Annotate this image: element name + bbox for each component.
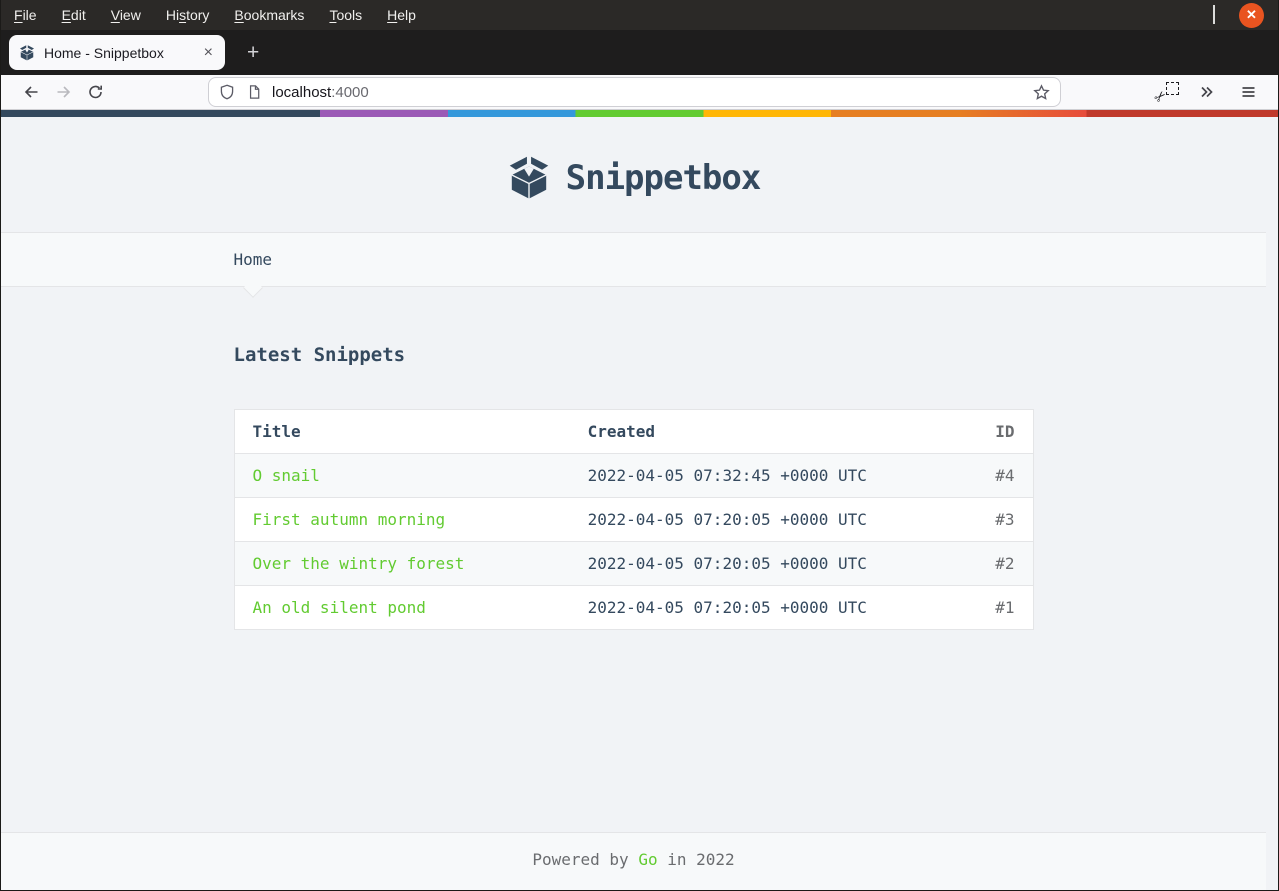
page-title: Snippetbox [565,157,762,198]
snippet-id: #1 [995,598,1015,617]
snippet-link[interactable]: Over the wintry forest [253,554,465,573]
snippet-id: #4 [995,466,1015,485]
footer-text-pre: Powered by [532,850,639,869]
nav-item-home[interactable]: Home [234,250,273,269]
window-controls: ✕ [1189,2,1278,28]
menubar: File Edit View History Bookmarks Tools H… [1,0,1278,30]
snippet-created: 2022-04-05 07:20:05 +0000 UTC [587,510,867,529]
page-info-icon[interactable] [247,84,262,100]
table-row: Over the wintry forest 2022-04-05 07:20:… [234,541,1033,586]
scrollbar-gutter[interactable] [1266,117,1278,890]
back-arrow-icon [24,86,37,98]
menu-tools[interactable]: Tools [329,7,362,23]
screenshot-dashed-frame-icon [1166,82,1179,95]
site-nav: Home [1,232,1266,298]
menu-history[interactable]: History [166,7,210,23]
rainbow-accent-stripe [1,110,1278,117]
menu-edit[interactable]: Edit [62,7,86,23]
snippetbox-page: Snippetbox Home Latest Snippets Title Cr… [1,117,1266,890]
menu-view[interactable]: View [111,7,141,23]
overflow-menu-button[interactable] [1190,78,1222,106]
snippet-link[interactable]: An old silent pond [253,598,426,617]
snippetbox-favicon-icon [20,44,34,60]
menu-file[interactable]: File [14,7,37,23]
footer-text-post: in 2022 [657,850,735,869]
url-text: localhost:4000 [272,84,1025,101]
close-button[interactable]: ✕ [1239,2,1264,28]
table-row: First autumn morning 2022-04-05 07:20:05… [234,497,1033,542]
url-bar[interactable]: localhost:4000 [208,77,1061,107]
column-header-created: Created [587,422,656,441]
menu-list: File Edit View History Bookmarks Tools H… [1,7,416,23]
snippet-id: #3 [995,510,1015,529]
screenshot-button[interactable]: ✂ [1151,81,1180,107]
tab-bar: Home - Snippetbox × + [1,30,1278,75]
navigation-toolbar: localhost:4000 ✂ [1,75,1278,110]
column-header-title: Title [252,422,301,441]
snippets-table: Title Created ID O snail 2022-04-05 07:3… [233,409,1034,630]
tab-close-icon[interactable]: × [200,44,217,61]
main-content: Latest Snippets Title Created ID O snail… [233,344,1034,630]
tab-home-snippetbox[interactable]: Home - Snippetbox × [9,35,225,70]
maximize-icon [1213,5,1215,24]
browser-window: File Edit View History Bookmarks Tools H… [0,0,1279,891]
bookmark-star-icon[interactable] [1033,83,1050,101]
toolbar-right-icons: ✂ [1151,78,1264,107]
page-viewport: Snippetbox Home Latest Snippets Title Cr… [1,110,1278,890]
reload-icon [88,85,102,99]
double-chevron-icon [1200,86,1213,98]
close-icon: ✕ [1246,7,1257,22]
table-header-row: Title Created ID [234,410,1033,454]
column-header-id: ID [995,422,1015,441]
table-row: An old silent pond 2022-04-05 07:20:05 +… [234,585,1033,630]
snippet-created: 2022-04-05 07:20:05 +0000 UTC [587,554,867,573]
app-menu-button[interactable] [1232,78,1264,106]
active-nav-notch [242,278,263,298]
new-tab-button[interactable]: + [239,41,267,65]
maximize-button[interactable] [1213,5,1215,24]
menu-bookmarks[interactable]: Bookmarks [234,7,304,23]
snippet-id: #2 [995,554,1015,573]
back-button[interactable] [15,78,47,106]
tab-title: Home - Snippetbox [44,44,164,61]
url-port: :4000 [331,83,369,101]
url-host: localhost [272,83,332,101]
table-row: O snail 2022-04-05 07:32:45 +0000 UTC #4 [234,453,1033,498]
site-footer: Powered by Go in 2022 [1,832,1266,890]
reload-button[interactable] [79,78,111,106]
shield-icon[interactable] [219,84,235,100]
go-link[interactable]: Go [638,850,657,869]
brand-home-link[interactable]: Snippetbox [507,156,761,200]
snippet-link[interactable]: First autumn morning [253,510,446,529]
forward-button[interactable] [47,78,79,106]
forward-arrow-icon [57,86,70,98]
site-header: Snippetbox [1,117,1266,232]
snippet-link[interactable]: O snail [253,466,320,485]
section-heading: Latest Snippets [233,344,406,366]
hamburger-menu-icon [1242,87,1254,97]
menu-help[interactable]: Help [387,7,416,23]
snippetbox-logo-icon [509,156,548,199]
snippet-created: 2022-04-05 07:20:05 +0000 UTC [587,598,867,617]
snippet-created: 2022-04-05 07:32:45 +0000 UTC [587,466,867,485]
